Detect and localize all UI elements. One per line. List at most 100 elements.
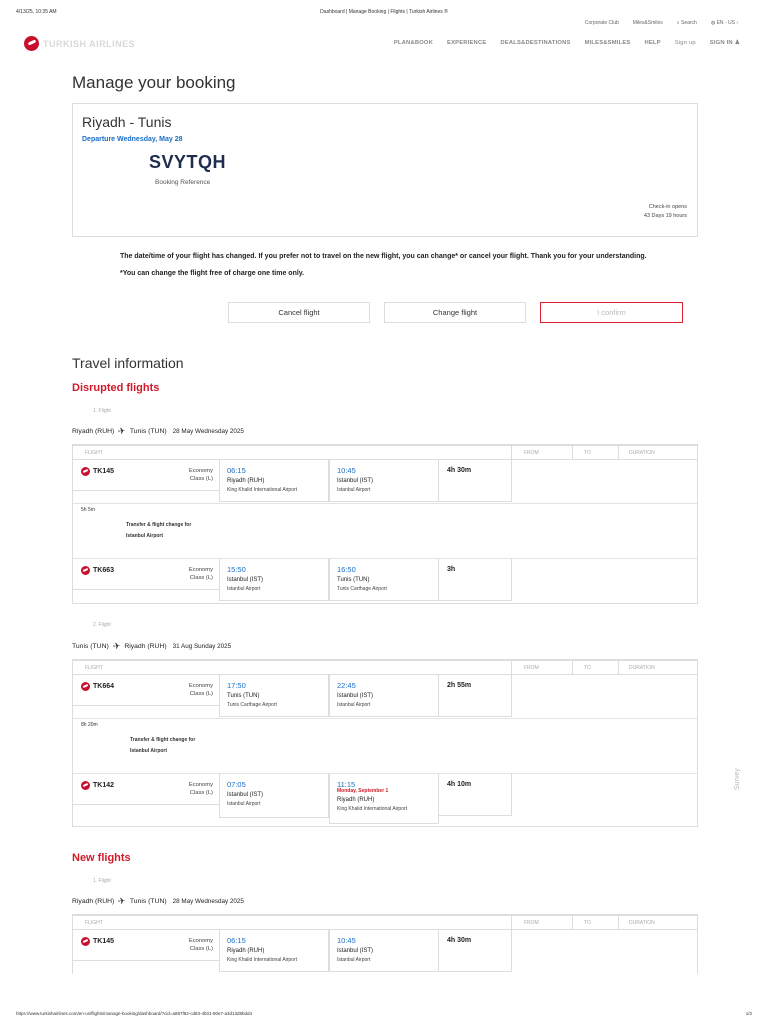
transfer-message: Transfer & flight change for Istanbul Ai… <box>126 520 226 542</box>
nav-help[interactable]: HELP <box>644 40 660 46</box>
duration-cell: 4h 30m <box>439 460 512 502</box>
departure-city: Istanbul (IST) <box>227 792 264 798</box>
arrival-cell: 10:45 Istanbul (IST) Istanbul Airport <box>329 460 439 502</box>
plane-icon: ✈ <box>117 425 127 437</box>
class-code: Class (L) <box>189 575 213 581</box>
airline-icon <box>81 566 90 575</box>
cabin-class: Economy Class (L) <box>173 781 213 797</box>
survey-tab[interactable]: Survey <box>734 768 741 790</box>
departure-city: Riyadh (RUH) <box>227 948 265 954</box>
departure-airport: King Khalid International Airport <box>227 487 298 493</box>
signin-label: SIGN IN <box>709 40 733 46</box>
new-flights-heading: New flights <box>72 852 131 864</box>
search-icon: ⌕ <box>676 20 680 26</box>
flight-number-label: 1. Flight <box>93 878 111 884</box>
flight-table: FLIGHT FROM TO DURATION TK145 Economy Cla… <box>72 914 698 974</box>
arrival-cell: 11:15 Monday, September 1 Riyadh (RUH) K… <box>329 774 439 824</box>
arrival-time: 10:45 <box>337 466 356 475</box>
disrupted-flights-heading: Disrupted flights <box>72 382 160 394</box>
cabin: Economy <box>188 782 213 788</box>
class-code: Class (L) <box>189 476 213 482</box>
col-from: FROM <box>524 450 539 456</box>
col-duration: DURATION <box>629 450 655 456</box>
arrival-airport: Istanbul Airport <box>337 702 371 708</box>
cabin: Economy <box>188 683 213 689</box>
departure-time: 06:15 <box>227 936 246 945</box>
flight-segment[interactable]: TK145 Economy Class (L) 06:15 Riyadh (RUH… <box>73 930 697 974</box>
language-selector[interactable]: ◍ EN - US › <box>711 20 738 26</box>
travel-information-heading: Travel information <box>72 355 184 371</box>
col-duration: DURATION <box>629 665 655 671</box>
print-url: https://www.turkishairlines.com/en-us/fl… <box>16 1011 253 1016</box>
transfer-info: 5h 5m Transfer & flight change for Istan… <box>73 504 697 559</box>
miles-smiles-link[interactable]: Miles&Smiles <box>633 20 663 26</box>
destination: Riyadh (RUH) <box>124 643 167 650</box>
arrival-cell: 10:45 Istanbul (IST) Istanbul Airport <box>329 930 439 972</box>
flight-number: TK145 <box>81 467 114 476</box>
arrival-time: 16:50 <box>337 565 356 574</box>
page-title: Manage your booking <box>72 73 236 92</box>
flight-duration: 4h 30m <box>447 467 472 474</box>
print-footer: https://www.turkishairlines.com/en-us/fl… <box>16 1011 752 1016</box>
globe-icon: ◍ <box>710 20 716 26</box>
checkin-value: 43 Days 19 hours <box>643 213 687 219</box>
nav-deals-destinations[interactable]: DEALS&DESTINATIONS <box>500 40 570 46</box>
transfer-line: Transfer & flight change for <box>126 522 192 528</box>
corporate-club-link[interactable]: Corporate Club <box>585 20 619 26</box>
arrival-airport: Istanbul Airport <box>337 487 371 493</box>
arrival-city: Istanbul (IST) <box>337 478 374 484</box>
col-duration: DURATION <box>629 920 655 926</box>
arrival-cell: 22:45 Istanbul (IST) Istanbul Airport <box>329 675 439 717</box>
booking-reference-label: Booking Reference <box>155 179 211 186</box>
flight-segment[interactable]: TK145 Economy Class (L) 06:15 Riyadh (RUH… <box>73 460 697 504</box>
flight-code: TK145 <box>93 468 115 475</box>
flight-duration: 4h 30m <box>447 937 472 944</box>
flight-date: 28 May Wednesday 2025 <box>172 428 244 435</box>
departure-time: 07:05 <box>227 780 246 789</box>
transfer-line: Transfer & flight change for <box>130 737 196 743</box>
turkish-airlines-logo[interactable]: TURKISH AIRLINES <box>24 36 135 51</box>
layover-duration: 5h 5m <box>81 507 95 513</box>
arrival-time: 22:45 <box>337 681 356 690</box>
flight-segment[interactable]: TK664 Economy Class (L) 17:50 Tunis (TUN)… <box>73 675 697 719</box>
user-icon: ♟ <box>734 40 740 46</box>
signup-link[interactable]: Sign up <box>675 40 696 46</box>
flight-number: TK142 <box>81 781 114 790</box>
nav-plan-book[interactable]: PLAN&BOOK <box>394 40 433 46</box>
flight-route-line: Riyadh (RUH) ✈ Tunis (TUN) 28 May Wednes… <box>72 426 244 437</box>
nav-experience[interactable]: EXPERIENCE <box>447 40 486 46</box>
confirm-button[interactable]: I confirm <box>540 302 683 323</box>
departure-time: 15:50 <box>227 565 246 574</box>
col-to: TO <box>584 665 591 671</box>
cabin-class: Economy Class (L) <box>173 467 213 483</box>
col-flight: FLIGHT <box>85 450 103 456</box>
departure-cell: 06:15 Riyadh (RUH) King Khalid Internati… <box>219 930 329 972</box>
flight-segment[interactable]: TK663 Economy Class (L) 15:50 Istanbul (I… <box>73 559 697 603</box>
duration-cell: 3h <box>439 559 512 601</box>
arrival-cell: 16:50 Tunis (TUN) Tunis Carthage Airport <box>329 559 439 601</box>
origin: Tunis (TUN) <box>72 643 109 650</box>
arrival-city: Tunis (TUN) <box>337 577 370 583</box>
departure-airport: Tunis Carthage Airport <box>227 702 277 708</box>
chevron-down-icon: › <box>736 20 738 26</box>
departure-airport: King Khalid International Airport <box>227 957 298 963</box>
signin-link[interactable]: SIGN IN ♟ <box>710 40 740 46</box>
col-from: FROM <box>524 920 539 926</box>
transfer-message: Transfer & flight change for Istanbul Ai… <box>130 735 230 757</box>
change-flight-button[interactable]: Change flight <box>384 302 526 323</box>
flight-segment[interactable]: TK142 Economy Class (L) 07:05 Istanbul (I… <box>73 774 697 826</box>
cancel-flight-button[interactable]: Cancel flight <box>228 302 370 323</box>
cabin-class: Economy Class (L) <box>173 566 213 582</box>
logo-icon <box>24 36 39 51</box>
flight-code: TK145 <box>93 938 115 945</box>
table-header: FLIGHT FROM TO DURATION <box>73 446 697 460</box>
departure-airport: Istanbul Airport <box>227 801 261 807</box>
flight-number: TK664 <box>81 682 114 691</box>
search-link[interactable]: ⌕ Search <box>677 20 697 26</box>
nav-miles-smiles[interactable]: MILES&SMILES <box>585 40 631 46</box>
arrival-airport: Istanbul Airport <box>337 957 371 963</box>
flight-number-label: 2. Flight <box>93 622 111 628</box>
departure-time: 06:15 <box>227 466 246 475</box>
print-page-title: Dashboard | Manage Booking | Flights | T… <box>320 9 448 15</box>
airline-icon <box>81 467 90 476</box>
